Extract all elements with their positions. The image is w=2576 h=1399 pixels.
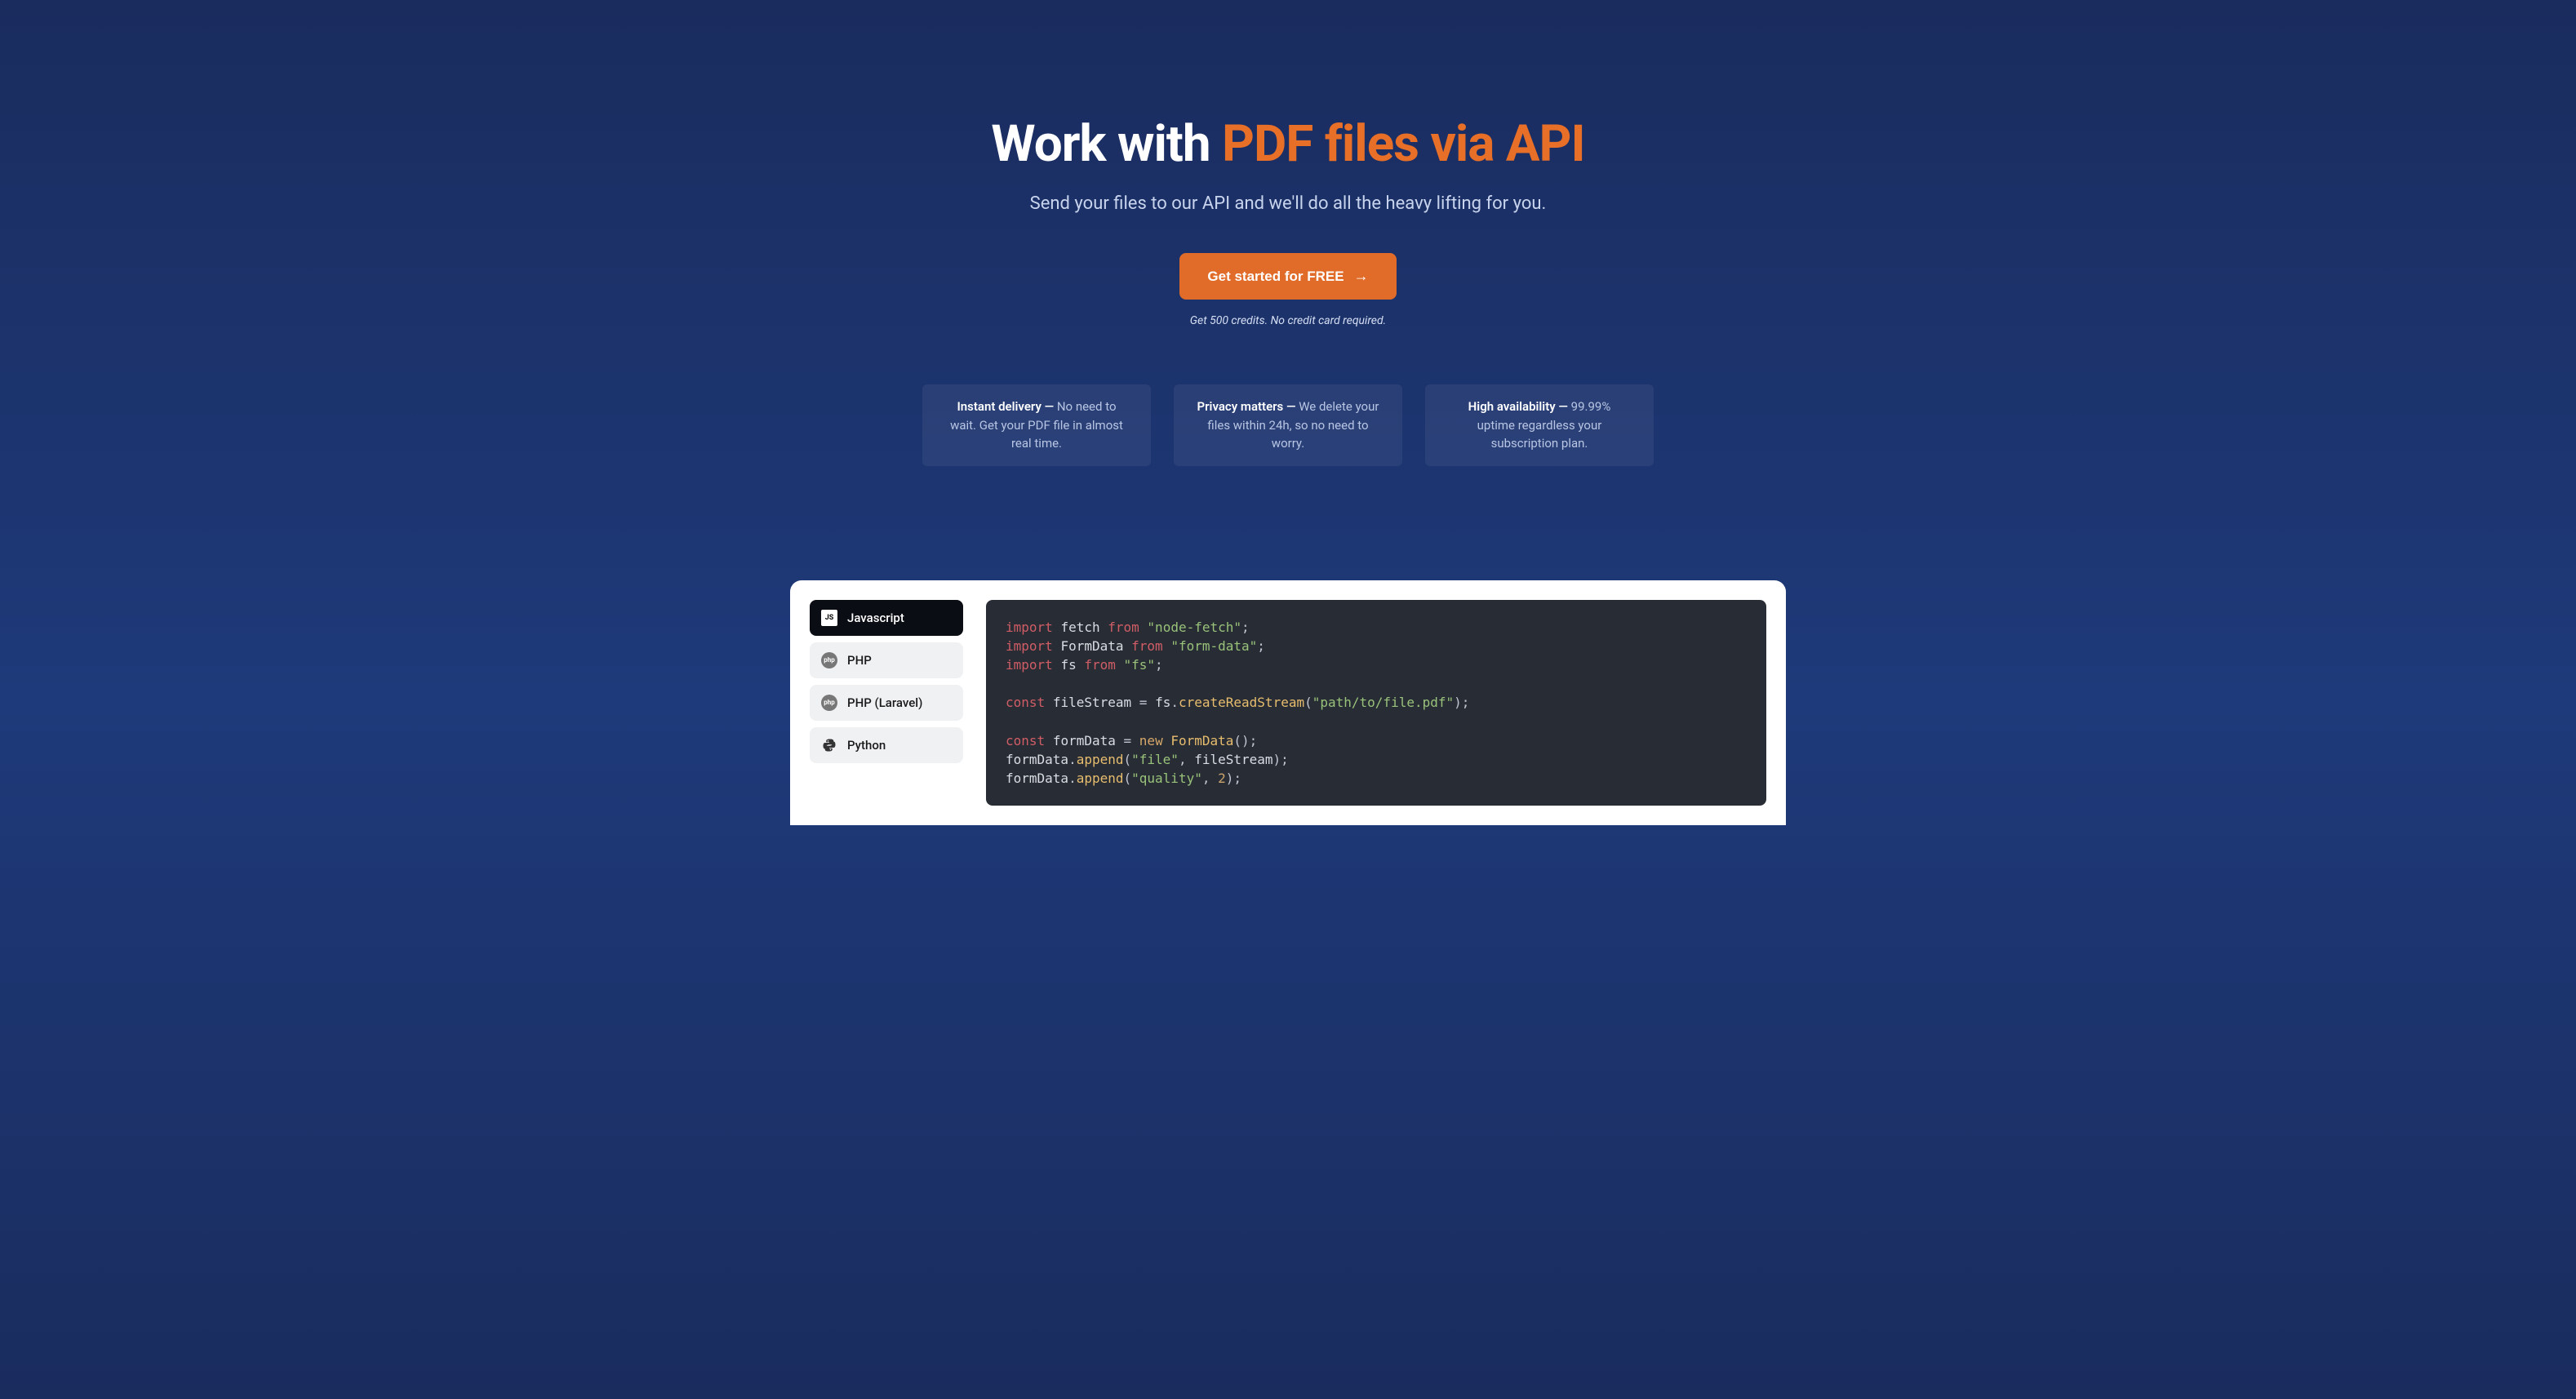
tab-label: Javascript bbox=[847, 611, 904, 625]
tab-python[interactable]: Python bbox=[810, 727, 963, 763]
hero-title: Work with PDF files via API bbox=[815, 114, 1761, 174]
tab-label: PHP (Laravel) bbox=[847, 695, 922, 710]
feature-availability: High availability — 99.99% uptime regard… bbox=[1425, 384, 1654, 466]
feature-title: Privacy matters — bbox=[1197, 399, 1299, 414]
feature-title: Instant delivery — bbox=[957, 399, 1056, 414]
tab-label: Python bbox=[847, 738, 886, 753]
code-block: import fetch from "node-fetch"; import F… bbox=[986, 600, 1766, 806]
tab-php[interactable]: php PHP bbox=[810, 642, 963, 678]
get-started-button[interactable]: Get started for FREE → bbox=[1179, 253, 1396, 300]
hero-subtitle: Send your files to our API and we'll do … bbox=[815, 193, 1761, 214]
hero-title-prefix: Work with bbox=[991, 114, 1222, 174]
hero-title-accent: PDF files via API bbox=[1222, 114, 1585, 174]
code-section: JS Javascript php PHP php PHP (Laravel) … bbox=[774, 580, 1802, 826]
feature-title: High availability — bbox=[1468, 399, 1571, 414]
cta-note: Get 500 credits. No credit card required… bbox=[815, 314, 1761, 327]
tab-label: PHP bbox=[847, 653, 872, 668]
hero-section: Work with PDF files via API Send your fi… bbox=[798, 0, 1778, 515]
arrow-right-icon: → bbox=[1354, 268, 1369, 285]
code-panel: JS Javascript php PHP php PHP (Laravel) … bbox=[790, 580, 1786, 826]
feature-privacy: Privacy matters — We delete your files w… bbox=[1174, 384, 1402, 466]
tab-javascript[interactable]: JS Javascript bbox=[810, 600, 963, 636]
javascript-icon: JS bbox=[821, 610, 837, 626]
cta-label: Get started for FREE bbox=[1207, 269, 1344, 285]
feature-instant-delivery: Instant delivery — No need to wait. Get … bbox=[922, 384, 1151, 466]
python-icon bbox=[821, 737, 837, 753]
tab-php-laravel[interactable]: php PHP (Laravel) bbox=[810, 685, 963, 721]
language-tabs: JS Javascript php PHP php PHP (Laravel) … bbox=[810, 600, 963, 806]
php-icon: php bbox=[821, 652, 837, 668]
features-row: Instant delivery — No need to wait. Get … bbox=[815, 384, 1761, 466]
php-icon: php bbox=[821, 695, 837, 711]
